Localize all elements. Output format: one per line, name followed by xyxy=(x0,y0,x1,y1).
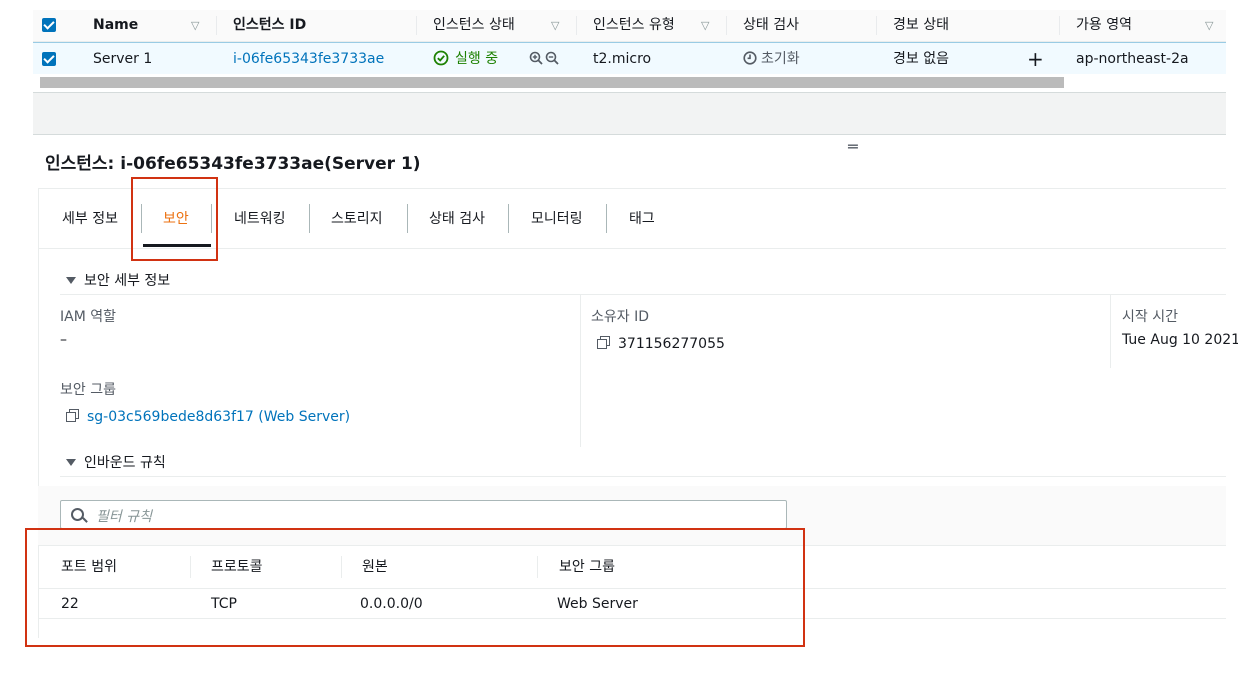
instance-type: t2.micro xyxy=(593,51,652,67)
filter-caret-icon[interactable]: ▽ xyxy=(701,10,709,41)
inbound-rules-heading-text: 인바운드 규칙 xyxy=(84,455,166,471)
filter-caret-icon[interactable]: ▽ xyxy=(551,10,559,41)
running-check-icon xyxy=(433,50,449,66)
column-divider[interactable] xyxy=(726,16,727,35)
filter-caret-icon[interactable]: ▽ xyxy=(191,10,199,41)
instance-state-text: 실행 중 xyxy=(455,51,499,67)
column-divider[interactable] xyxy=(576,16,577,35)
tab-divider xyxy=(407,204,408,233)
filter-caret-icon[interactable]: ▽ xyxy=(1205,10,1213,41)
caret-down-icon xyxy=(66,277,76,284)
state-cell: 실행 중 xyxy=(433,43,498,75)
status-check-cell: 초기화 xyxy=(743,43,800,75)
row-checkbox-icon[interactable] xyxy=(42,52,56,66)
zoom-in-icon[interactable] xyxy=(529,43,543,75)
iam-role-label: IAM 역할 xyxy=(60,309,116,325)
owner-id-text: 371156277055 xyxy=(618,336,725,352)
tab-status-checks[interactable]: 상태 검사 xyxy=(429,208,485,228)
page-title: 인스턴스: i-06fe65343fe3733ae(Server 1) xyxy=(45,149,421,174)
horizontal-scrollbar[interactable] xyxy=(33,74,1226,93)
inbound-rules-heading[interactable]: 인바운드 규칙 xyxy=(66,452,166,472)
title-prefix: 인스턴스: xyxy=(45,154,115,174)
availability-zone: ap-northeast-2a xyxy=(1076,51,1189,67)
security-groups-label: 보안 그룹 xyxy=(60,382,116,398)
tab-monitoring[interactable]: 모니터링 xyxy=(531,208,583,228)
instance-name: Server 1 xyxy=(93,51,153,67)
filter-placeholder: 필터 규칙 xyxy=(96,509,152,525)
highlight-box-rules xyxy=(25,528,805,647)
col-status-check[interactable]: 상태 검사 xyxy=(743,10,799,41)
tab-divider xyxy=(606,204,607,233)
copy-icon[interactable] xyxy=(597,336,610,349)
tab-divider xyxy=(309,204,310,233)
column-divider xyxy=(580,295,581,447)
highlight-box-tab xyxy=(131,177,218,261)
tab-divider xyxy=(508,204,509,233)
tab-tags[interactable]: 태그 xyxy=(629,208,655,228)
filter-rules-input[interactable]: 필터 규칙 xyxy=(60,500,787,529)
tab-networking[interactable]: 네트워킹 xyxy=(234,208,286,228)
table-row[interactable]: Server 1 i-06fe65343fe3733ae 실행 중 t2.mic… xyxy=(33,42,1226,76)
owner-id-label: 소유자 ID xyxy=(591,309,649,325)
tab-storage[interactable]: 스토리지 xyxy=(331,208,383,228)
plus-icon[interactable]: + xyxy=(1027,43,1044,75)
column-divider[interactable] xyxy=(216,16,217,35)
tab-details[interactable]: 세부 정보 xyxy=(62,208,118,228)
copy-icon[interactable] xyxy=(66,409,79,422)
col-instance-state[interactable]: 인스턴스 상태 xyxy=(433,10,515,41)
owner-id-value: 371156277055 xyxy=(597,336,725,352)
col-alarm-status[interactable]: 경보 상태 xyxy=(893,10,949,41)
split-panel-gap xyxy=(33,93,1226,135)
iam-role-value: – xyxy=(60,332,67,348)
column-divider xyxy=(1110,295,1111,368)
title-instance: i-06fe65343fe3733ae(Server 1) xyxy=(120,154,421,174)
column-divider[interactable] xyxy=(416,16,417,35)
col-instance-type[interactable]: 인스턴스 유형 xyxy=(593,10,675,41)
col-instance-id[interactable]: 인스턴스 ID xyxy=(233,10,306,41)
col-availability-zone[interactable]: 가용 영역 xyxy=(1076,10,1132,41)
clock-icon xyxy=(743,51,757,65)
select-all-checkbox-icon[interactable] xyxy=(42,18,56,32)
launch-time-value: Tue Aug 10 2021 xyxy=(1122,332,1238,348)
alarm-status: 경보 없음 xyxy=(893,51,949,67)
drag-handle-icon[interactable]: ═ xyxy=(848,137,858,156)
security-group-text[interactable]: sg-03c569bede8d63f17 (Web Server) xyxy=(87,409,350,425)
section-divider xyxy=(60,294,1226,295)
status-check-text: 초기화 xyxy=(761,51,800,67)
security-group-link[interactable]: sg-03c569bede8d63f17 (Web Server) xyxy=(66,409,350,425)
column-divider[interactable] xyxy=(876,16,877,35)
launch-time-label: 시작 시간 xyxy=(1122,309,1178,325)
security-details-heading-text: 보안 세부 정보 xyxy=(84,273,171,289)
scrollbar-thumb[interactable] xyxy=(40,77,1064,88)
search-icon xyxy=(71,508,84,521)
column-divider[interactable] xyxy=(1059,16,1060,35)
col-name[interactable]: Name xyxy=(93,10,138,41)
section-divider xyxy=(60,476,1226,477)
instance-table-header: Name ▽ 인스턴스 ID 인스턴스 상태 ▽ 인스턴스 유형 ▽ 상태 검사… xyxy=(33,10,1226,42)
zoom-out-icon[interactable] xyxy=(545,43,559,75)
instance-id-link[interactable]: i-06fe65343fe3733ae xyxy=(233,43,384,75)
caret-down-icon xyxy=(66,459,76,466)
security-details-heading[interactable]: 보안 세부 정보 xyxy=(66,270,170,290)
